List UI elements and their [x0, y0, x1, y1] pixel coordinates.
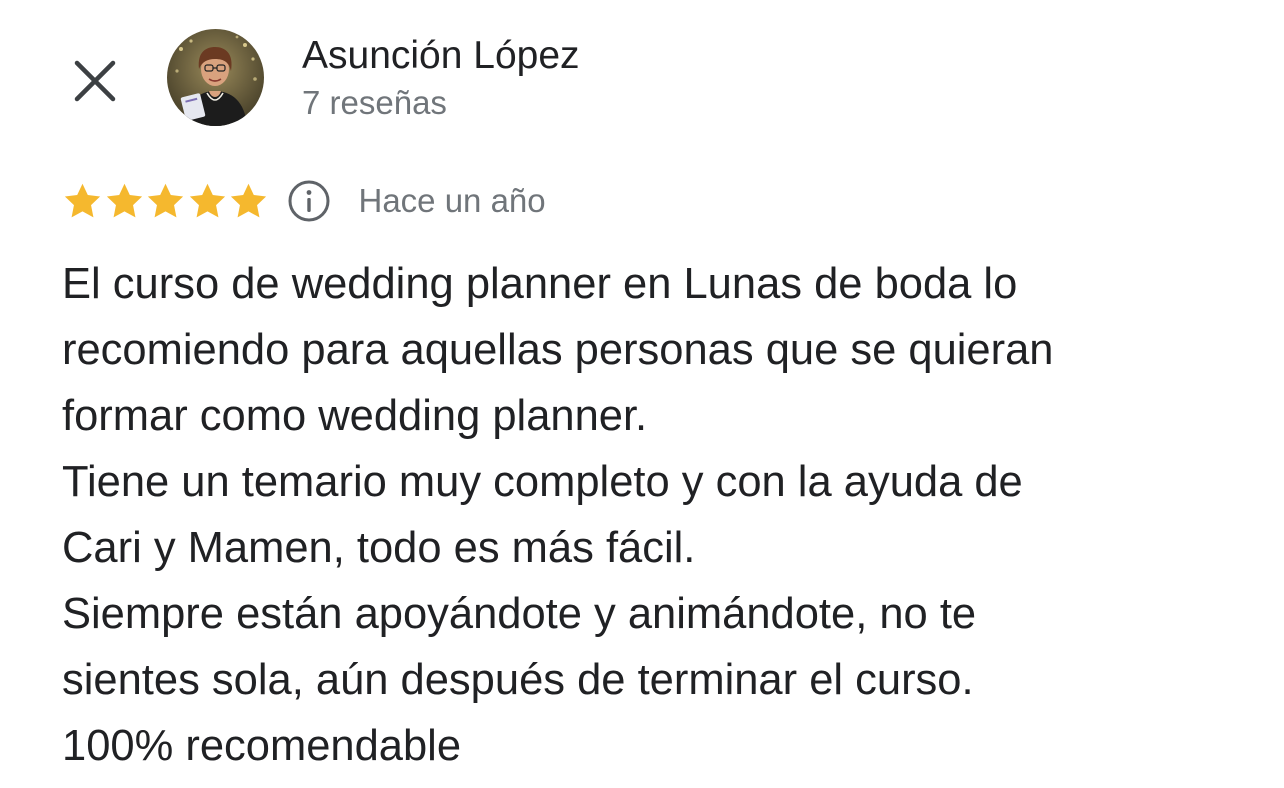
review-text-line: recomiendo para aquellas personas que se…	[62, 326, 1054, 374]
review-text-line: sientes sola, aún después de terminar el…	[62, 656, 974, 704]
star-icon	[147, 183, 184, 217]
review-count[interactable]: 7 reseñas	[302, 82, 447, 124]
info-button[interactable]	[286, 178, 332, 224]
review-text-line: 100% recomendable	[62, 722, 462, 770]
star-icon	[189, 183, 225, 217]
profile-photo	[167, 29, 264, 126]
review-text-line: formar como wedding planner.	[62, 392, 648, 440]
review-text-line: Tiene un temario muy completo y con la a…	[62, 458, 1023, 506]
avatar[interactable]	[167, 29, 264, 126]
star-icon	[64, 183, 101, 217]
review-text-line: Siempre están apoyándote y animándote, n…	[62, 590, 977, 638]
rating-row: Hace un año	[62, 176, 546, 226]
close-icon	[74, 60, 116, 102]
review-text: El curso de wedding planner en Lunas de …	[62, 251, 1242, 779]
review-date: Hace un año	[358, 182, 546, 219]
star-icon	[106, 183, 142, 217]
reviewer-name[interactable]: Asunción López	[302, 32, 580, 80]
star-rating	[62, 181, 270, 222]
close-button[interactable]	[64, 50, 126, 112]
review-detail-screen: Asunción López 7 reseñas Hace un año El …	[0, 0, 1284, 788]
star-icon	[230, 183, 267, 217]
info-icon	[288, 180, 329, 222]
review-text-line: Cari y Mamen, todo es más fácil.	[62, 524, 696, 572]
review-text-line: El curso de wedding planner en Lunas de …	[62, 260, 1018, 308]
